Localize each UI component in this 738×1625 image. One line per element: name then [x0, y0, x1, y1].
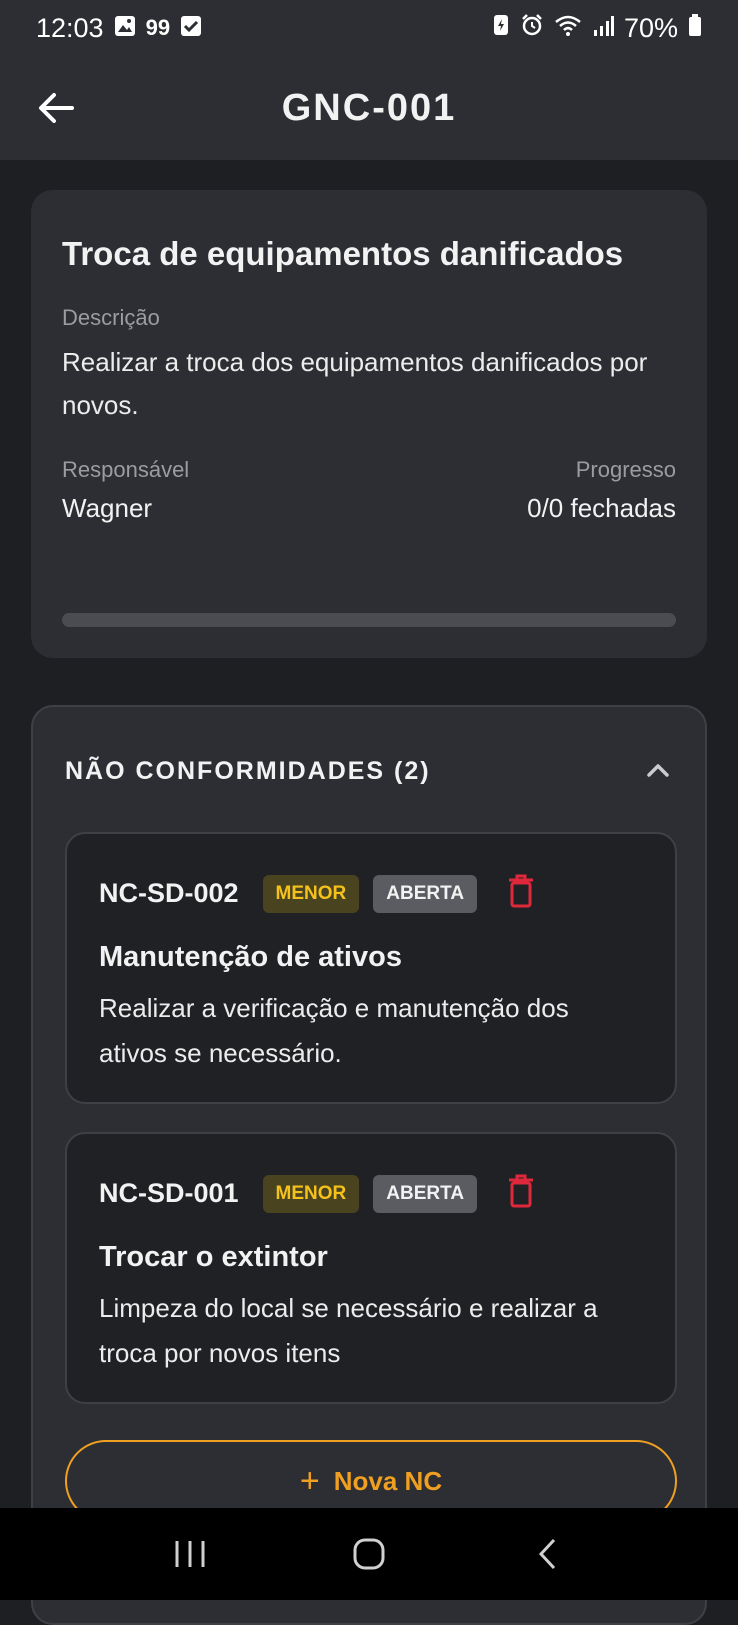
nc-section-header[interactable]: NÃO CONFORMIDADES (2)	[65, 749, 673, 793]
nc-title: Trocar o extintor	[99, 1241, 328, 1273]
nc-code: NC-SD-002	[99, 878, 239, 908]
recents-icon	[175, 1541, 205, 1567]
task-info-card: Troca de equipamentos danificados Descri…	[31, 190, 707, 658]
chevron-up-icon[interactable]	[643, 756, 673, 786]
alarm-icon	[520, 13, 544, 44]
progress-value: 0/0 fechadas	[527, 493, 676, 523]
responsible-label: Responsável	[62, 457, 190, 482]
app-bar: GNC-001	[0, 56, 738, 160]
signal-icon	[592, 13, 614, 44]
meta-row: Responsável Wagner Progresso 0/0 fechada…	[62, 457, 676, 524]
severity-badge: MENOR	[262, 1174, 360, 1213]
nc-title: Manutenção de ativos	[99, 941, 402, 973]
gallery-icon	[114, 13, 136, 44]
description-label: Descrição	[62, 305, 160, 330]
responsible-value: Wagner	[62, 493, 153, 523]
battery-saver-icon	[492, 13, 510, 44]
nc-item[interactable]: NC-SD-002 MENOR ABERTA Manutenção de ati…	[65, 832, 677, 1104]
new-nc-label: Nova NC	[333, 1465, 443, 1496]
status-badge: ABERTA	[373, 874, 478, 913]
nav-recents-button[interactable]	[150, 1524, 230, 1584]
page-title: GNC-001	[281, 86, 457, 129]
home-icon	[353, 1538, 385, 1570]
nc-item-header: NC-SD-001 MENOR ABERTA	[99, 1174, 643, 1213]
notification-count: 99	[145, 15, 171, 40]
wifi-icon	[554, 13, 582, 44]
system-nav-bar	[0, 1508, 738, 1600]
battery-percent: 70%	[623, 12, 678, 43]
check-icon	[180, 13, 202, 44]
trash-icon	[509, 874, 534, 908]
nc-item[interactable]: NC-SD-001 MENOR ABERTA Trocar o extintor…	[65, 1132, 677, 1404]
status-bar: 12:03 99 70%	[0, 0, 738, 56]
severity-badge: MENOR	[262, 874, 360, 913]
delete-button[interactable]	[507, 874, 535, 913]
status-time: 12:03	[36, 12, 104, 43]
progress-label: Progresso	[575, 457, 676, 482]
back-button[interactable]	[34, 86, 78, 130]
plus-icon: +	[299, 1461, 320, 1500]
status-left: 12:03 99	[36, 13, 202, 44]
nc-item-header: NC-SD-002 MENOR ABERTA	[99, 874, 643, 913]
nc-section: NÃO CONFORMIDADES (2) NC-SD-002 MENOR AB…	[31, 705, 707, 1625]
nc-description: Limpeza do local se necessário e realiza…	[99, 1293, 598, 1368]
status-right: 70%	[492, 13, 702, 44]
description-text: Realizar a troca dos equipamentos danifi…	[62, 347, 648, 420]
status-badge: ABERTA	[373, 1174, 478, 1213]
delete-button[interactable]	[507, 1174, 535, 1213]
arrow-left-icon	[39, 93, 74, 123]
responsible-block: Responsável Wagner	[62, 457, 189, 524]
nav-back-button[interactable]	[508, 1524, 588, 1584]
nc-description: Realizar a verificação e manutenção dos …	[99, 993, 569, 1068]
progress-block: Progresso 0/0 fechadas	[527, 457, 676, 524]
progress-bar	[62, 613, 676, 627]
battery-icon	[688, 13, 702, 44]
trash-icon	[509, 1174, 534, 1208]
nc-section-title: NÃO CONFORMIDADES (2)	[65, 756, 431, 785]
task-title: Troca de equipamentos danificados	[62, 235, 624, 272]
nc-code: NC-SD-001	[99, 1178, 239, 1208]
back-nav-icon	[539, 1538, 556, 1570]
nav-home-button[interactable]	[329, 1524, 409, 1584]
